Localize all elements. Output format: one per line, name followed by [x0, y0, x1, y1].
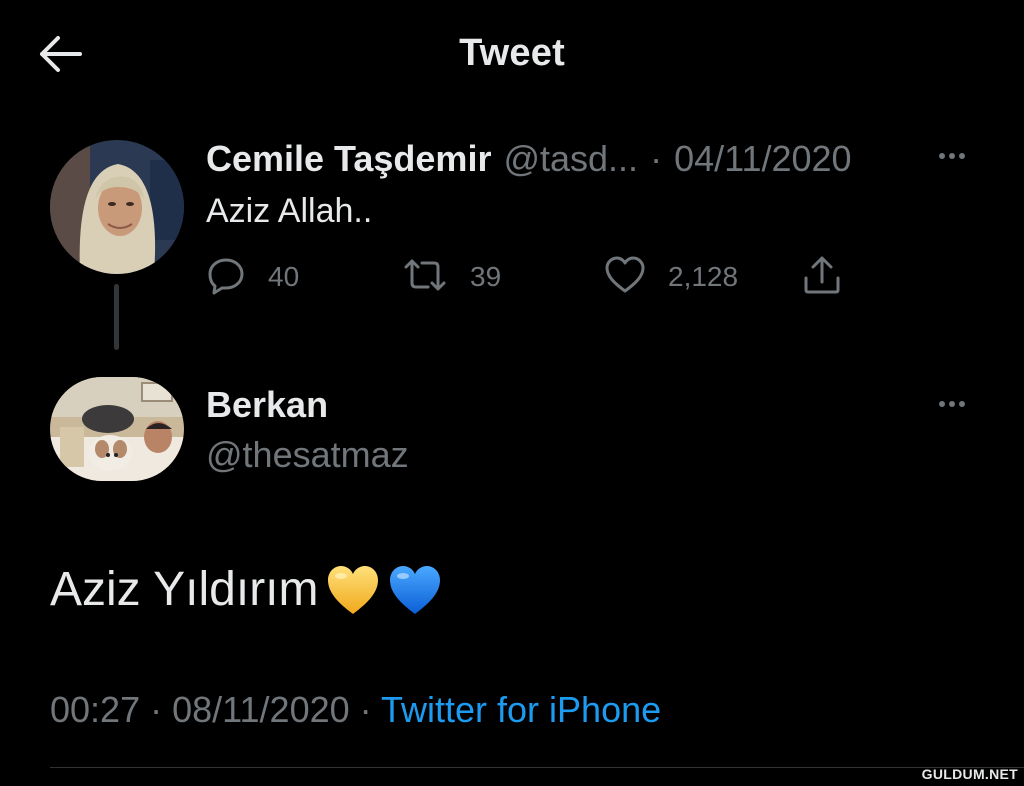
- retweet-button[interactable]: 39: [402, 254, 501, 300]
- yellow-heart-emoji: [325, 564, 381, 616]
- reply-tweet-text: Aziz Yıldırım: [50, 562, 443, 617]
- more-options-button[interactable]: [932, 141, 972, 171]
- reply-icon: [206, 255, 246, 300]
- more-options-button[interactable]: [932, 389, 972, 419]
- reply-button[interactable]: 40: [206, 254, 299, 300]
- share-button[interactable]: [802, 254, 842, 300]
- blue-heart-emoji: [387, 564, 443, 616]
- top-bar: Tweet: [0, 0, 1024, 110]
- dot: [939, 153, 945, 159]
- separator: ·: [359, 689, 372, 730]
- parent-tweet-text: Aziz Allah..: [206, 192, 373, 230]
- heart-icon: [604, 255, 646, 300]
- author-handle[interactable]: @tasd...: [503, 138, 638, 180]
- like-count: 2,128: [668, 261, 739, 292]
- reply-tweet-body: Aziz Yıldırım: [50, 563, 319, 616]
- tweet-actions: 40 39 2,128: [206, 254, 866, 300]
- watermark: GULDUM.NET: [921, 766, 1018, 782]
- parent-tweet-header: Cemile Taşdemir @tasd... · 04/11/2020: [206, 137, 852, 181]
- dot: [959, 153, 965, 159]
- retweet-icon: [402, 255, 448, 300]
- tweet-date[interactable]: 04/11/2020: [674, 138, 852, 180]
- dot: [949, 401, 955, 407]
- tweet-metadata: 00:27 · 08/11/2020 · Twitter for iPhone: [50, 689, 661, 731]
- dot: [949, 153, 955, 159]
- tweet-date: 08/11/2020: [172, 689, 350, 730]
- separator: ·: [650, 138, 663, 179]
- author-name[interactable]: Cemile Taşdemir: [206, 138, 491, 180]
- avatar[interactable]: [50, 140, 184, 274]
- like-button[interactable]: 2,128: [604, 254, 738, 300]
- tweet-time: 00:27: [50, 689, 141, 730]
- divider: [50, 767, 1024, 768]
- retweet-count: 39: [470, 261, 502, 292]
- author-handle[interactable]: @thesatmaz: [206, 434, 409, 476]
- tweet-source-link[interactable]: Twitter for iPhone: [381, 689, 661, 730]
- page-title: Tweet: [459, 32, 565, 74]
- thread-connector: [114, 284, 119, 350]
- dot: [959, 401, 965, 407]
- author-name[interactable]: Berkan: [206, 384, 328, 426]
- dot: [939, 401, 945, 407]
- reply-count: 40: [268, 261, 300, 292]
- avatar[interactable]: [50, 377, 184, 481]
- separator: ·: [150, 689, 163, 730]
- share-icon: [802, 254, 842, 301]
